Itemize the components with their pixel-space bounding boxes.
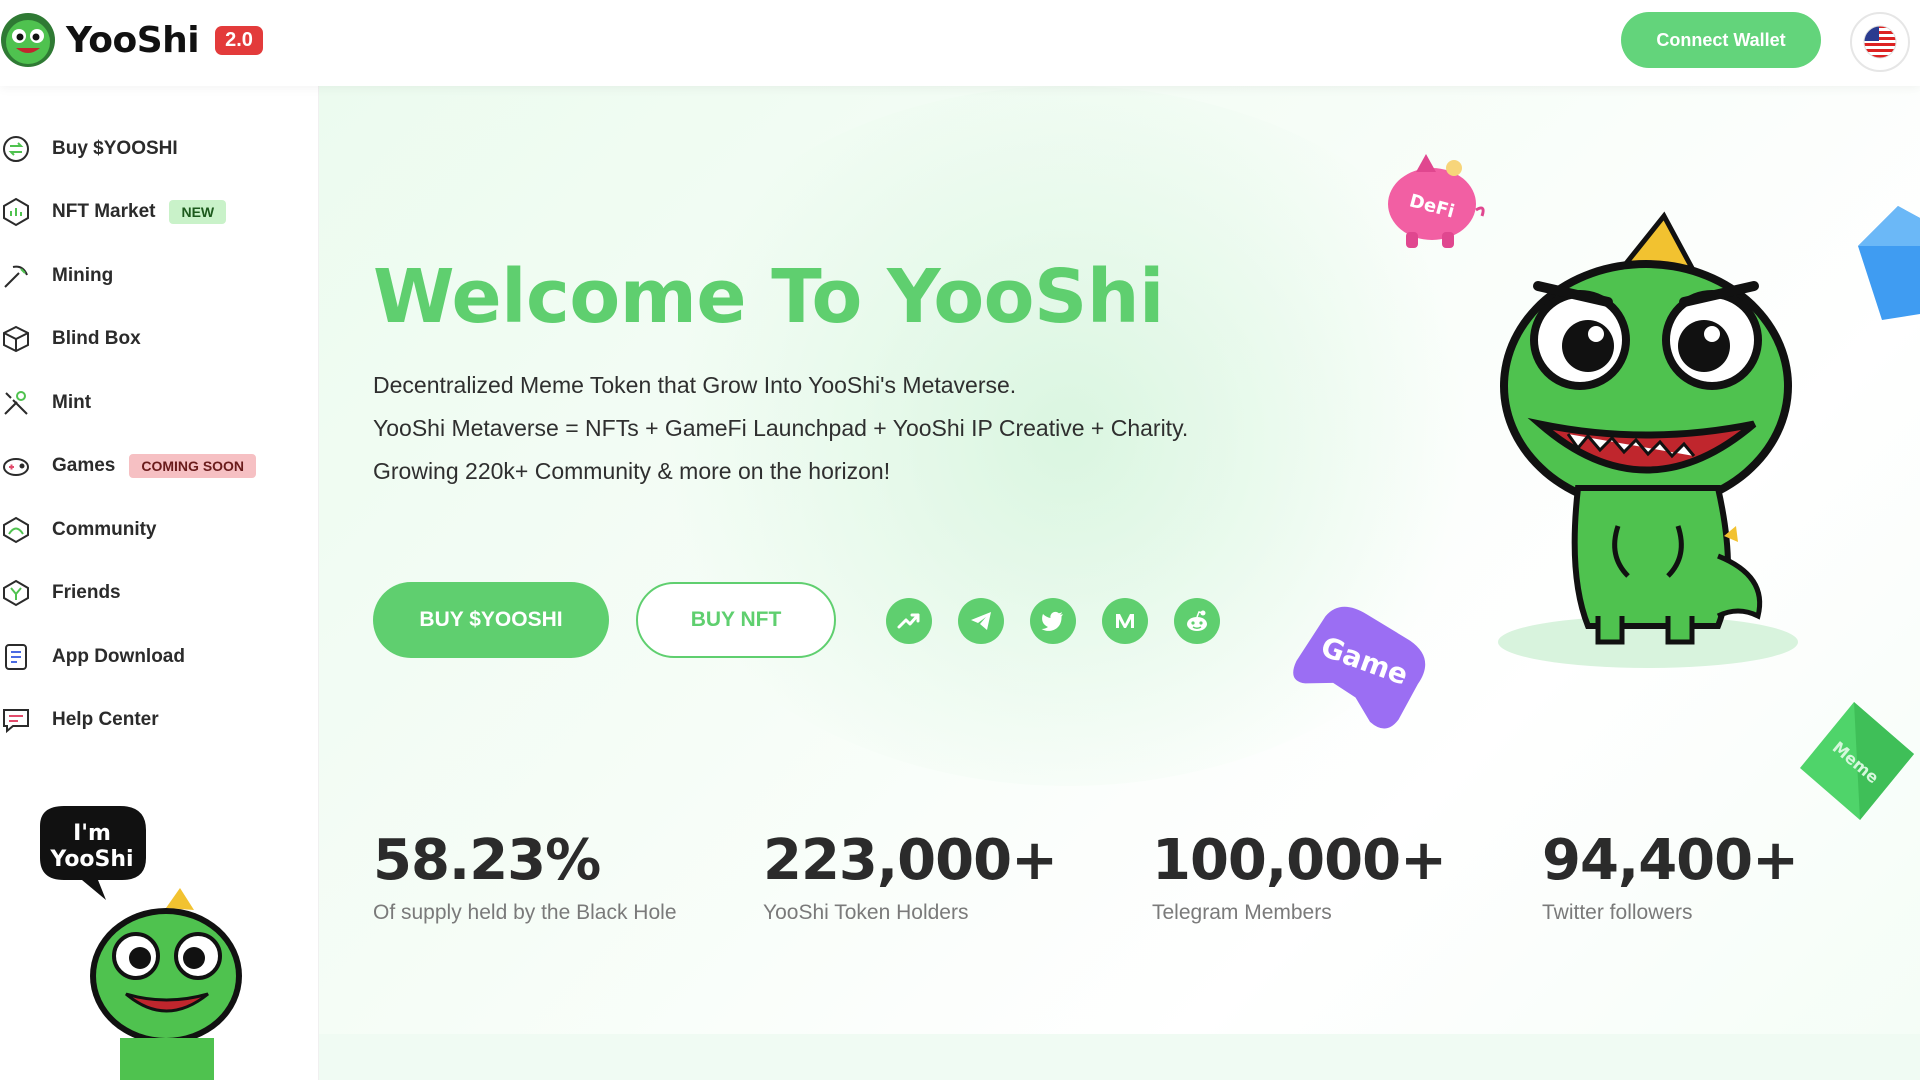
chart-trend-link[interactable]	[886, 598, 932, 644]
new-badge: NEW	[169, 200, 227, 224]
sidebar-item-nft-market[interactable]: NFT Market NEW	[0, 192, 227, 232]
pickaxe-icon	[0, 260, 32, 292]
logo[interactable]: YooShi 2.0	[0, 12, 263, 68]
gamepad-icon	[0, 450, 32, 482]
sidebar-item-mining[interactable]: Mining	[0, 256, 113, 296]
stat-label: Twitter followers	[1542, 901, 1693, 924]
mascot-bubble-line2: YooShi	[49, 847, 133, 872]
buy-yooshi-button[interactable]: BUY $YOOSHI	[373, 582, 609, 658]
sidebar-item-games[interactable]: Games COMING SOON	[0, 446, 257, 486]
sidebar-item-mint[interactable]: Mint	[0, 383, 91, 423]
language-selector[interactable]	[1850, 12, 1910, 72]
stat-label: Telegram Members	[1152, 901, 1332, 924]
yooshi-logo-icon	[1, 13, 55, 67]
sidebar-item-label: Mining	[52, 265, 114, 286]
twitter-icon	[1041, 611, 1063, 631]
coming-soon-badge: COMING SOON	[129, 454, 257, 478]
sidebar-item-label: Mint	[52, 392, 92, 413]
sidebar-item-label: Friends	[52, 582, 121, 603]
phone-icon	[0, 641, 32, 673]
hero-description-line: Growing 220k+ Community & more on the ho…	[373, 458, 891, 484]
blue-cube-illustration	[1858, 206, 1920, 320]
stat-value: 58.23%	[373, 828, 601, 893]
box-icon	[0, 323, 32, 355]
stat-telegram-members: 100,000+ Telegram Members	[1152, 828, 1447, 925]
medium-link[interactable]	[1102, 598, 1148, 644]
yooshi-mascot-illustration: I'm YooShi	[40, 806, 242, 1080]
hero-description-line: YooShi Metaverse = NFTs + GameFi Launchp…	[373, 415, 1189, 441]
stat-value: 100,000+	[1152, 828, 1447, 893]
hero-title: Welcome To YooShi	[373, 254, 1164, 340]
telegram-link[interactable]	[958, 598, 1004, 644]
twitter-link[interactable]	[1030, 598, 1076, 644]
sidebar-item-app-download[interactable]: App Download	[0, 637, 185, 677]
main-content: Welcome To YooShi Decentralized Meme Tok…	[318, 86, 1920, 1080]
sidebar-item-label: Buy $YOOSHI	[52, 138, 178, 159]
chart-hexagon-icon	[0, 196, 32, 228]
sidebar-item-friends[interactable]: Friends	[0, 573, 121, 613]
next-section-band	[318, 1034, 1920, 1080]
stat-twitter-followers: 94,400+ Twitter followers	[1542, 828, 1799, 925]
stat-label: YooShi Token Holders	[763, 901, 969, 924]
mascot-bubble-line1: I'm	[73, 821, 111, 846]
stat-label: Of supply held by the Black Hole	[373, 901, 677, 924]
reddit-icon	[1187, 610, 1207, 631]
game-controller-illustration: Game	[1293, 606, 1426, 729]
chat-icon	[0, 704, 32, 736]
community-icon	[0, 514, 32, 546]
friends-icon	[0, 577, 32, 609]
sidebar-item-blind-box[interactable]: Blind Box	[0, 319, 141, 359]
connect-wallet-button[interactable]: Connect Wallet	[1621, 12, 1821, 68]
meme-diamond-illustration: Meme	[1800, 702, 1914, 820]
sidebar-item-community[interactable]: Community	[0, 510, 157, 550]
stat-value: 223,000+	[763, 828, 1058, 893]
buy-nft-button[interactable]: BUY NFT	[636, 582, 836, 658]
stat-value: 94,400+	[1542, 828, 1799, 893]
logo-text: YooShi	[66, 19, 200, 61]
sidebar-item-label: Community	[52, 519, 157, 540]
reddit-link[interactable]	[1174, 598, 1220, 644]
sidebar: Buy $YOOSHI NFT Market NEW Mining Blind …	[0, 86, 319, 1080]
version-badge: 2.0	[215, 25, 263, 55]
stat-token-holders: 223,000+ YooShi Token Holders	[763, 828, 1058, 925]
swap-circle-icon	[0, 133, 32, 165]
sidebar-item-label: Games	[52, 455, 116, 476]
yooshi-hero-mascot	[1498, 211, 1798, 668]
sidebar-item-help-center[interactable]: Help Center	[0, 700, 159, 740]
telegram-icon	[971, 612, 991, 630]
sidebar-item-label: App Download	[52, 646, 185, 667]
chart-trend-icon	[897, 613, 920, 629]
hero-description-line: Decentralized Meme Token that Grow Into …	[373, 372, 1017, 398]
sidebar-item-label: Help Center	[52, 709, 159, 730]
tools-icon	[0, 387, 32, 419]
sidebar-item-label: NFT Market	[52, 201, 156, 222]
sidebar-item-buy-yooshi[interactable]: Buy $YOOSHI	[0, 129, 178, 169]
sidebar-item-label: Blind Box	[52, 328, 141, 349]
stat-black-hole: 58.23% Of supply held by the Black Hole	[373, 828, 677, 925]
us-flag-icon	[1863, 25, 1897, 59]
medium-icon	[1116, 614, 1134, 628]
top-header: YooShi 2.0 Connect Wallet	[0, 0, 1920, 86]
